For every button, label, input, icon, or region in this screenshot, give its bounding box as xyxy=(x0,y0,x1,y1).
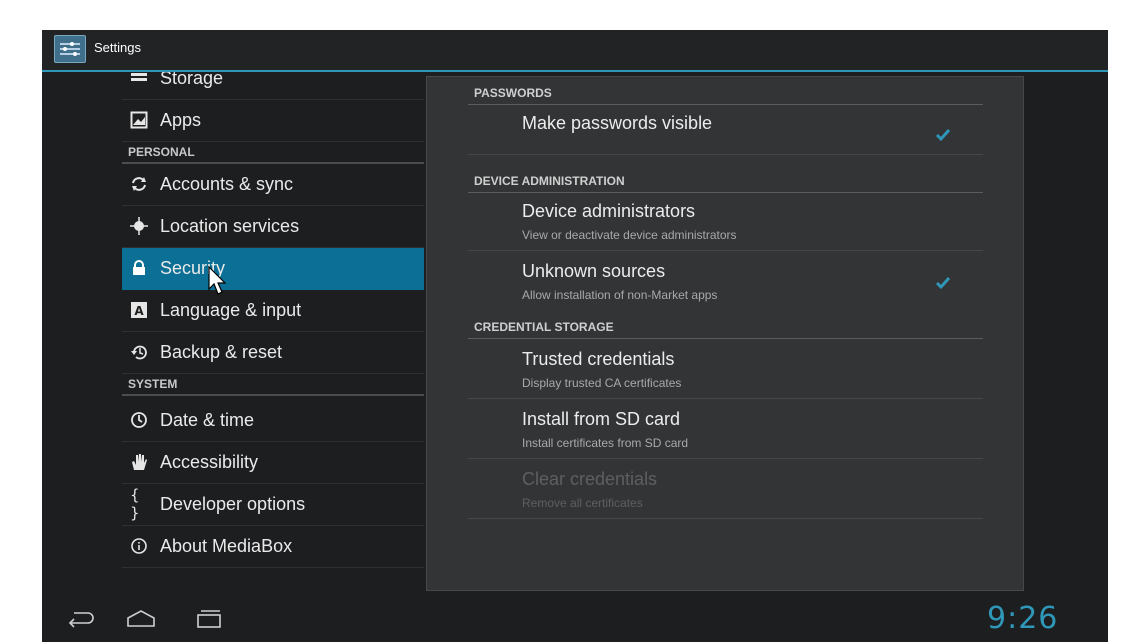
checkbox-unknown-sources[interactable] xyxy=(935,275,951,291)
language-icon: A xyxy=(130,301,148,319)
setting-clear-credentials: Clear credentials Remove all certificate… xyxy=(468,461,983,519)
sidebar-item-label: Accounts & sync xyxy=(160,174,294,194)
sidebar-item-label: Storage xyxy=(160,72,224,88)
setting-title: Make passwords visible xyxy=(522,113,713,133)
section-header-system: SYSTEM xyxy=(122,374,424,396)
system-navigation-bar: 9:26 xyxy=(42,596,1108,642)
setting-title: Unknown sources xyxy=(522,261,666,281)
setting-summary: Allow installation of non-Market apps xyxy=(522,288,718,302)
home-button[interactable] xyxy=(126,608,156,634)
android-settings-screen: Settings Storage Apps PERSONAL Accounts … xyxy=(42,30,1108,642)
setting-title: Install from SD card xyxy=(522,409,681,429)
sidebar-item-label: Developer options xyxy=(160,494,306,514)
mouse-cursor-icon xyxy=(208,265,230,300)
setting-summary: Remove all certificates xyxy=(522,496,643,510)
braces-icon: { } xyxy=(130,486,140,522)
sidebar-item-accounts-sync[interactable]: Accounts & sync xyxy=(122,164,424,206)
setting-title: Device administrators xyxy=(522,201,696,221)
app-title: Settings xyxy=(94,40,141,55)
setting-title: Clear credentials xyxy=(522,469,658,489)
sidebar-item-label: Backup & reset xyxy=(160,342,283,362)
setting-make-passwords-visible[interactable]: Make passwords visible xyxy=(468,105,983,155)
setting-title: Trusted credentials xyxy=(522,349,675,369)
setting-unknown-sources[interactable]: Unknown sources Allow installation of no… xyxy=(468,253,983,311)
sidebar-item-label: Date & time xyxy=(160,410,255,430)
setting-summary: Display trusted CA certificates xyxy=(522,376,682,390)
setting-summary: View or deactivate device administrators xyxy=(522,228,737,242)
svg-text:A: A xyxy=(134,304,144,318)
sidebar-item-label: Language & input xyxy=(160,300,302,320)
sidebar-item-label: Apps xyxy=(160,110,202,130)
sidebar-item-backup-reset[interactable]: Backup & reset xyxy=(122,332,424,374)
setting-device-administrators[interactable]: Device administrators View or deactivate… xyxy=(468,193,983,251)
sync-icon xyxy=(130,175,148,193)
recent-apps-button[interactable] xyxy=(194,608,224,634)
location-icon xyxy=(130,217,148,235)
setting-trusted-credentials[interactable]: Trusted credentials Display trusted CA c… xyxy=(468,341,983,399)
section-header-personal: PERSONAL xyxy=(122,142,424,164)
settings-category-list: Storage Apps PERSONAL Accounts & sync Lo… xyxy=(122,72,424,604)
storage-icon xyxy=(130,72,148,87)
settings-app-icon[interactable] xyxy=(54,35,86,63)
sidebar-item-language-input[interactable]: A Language & input xyxy=(122,290,424,332)
section-header-passwords: PASSWORDS xyxy=(468,81,983,105)
setting-summary: Install certificates from SD card xyxy=(522,436,689,450)
info-icon xyxy=(130,537,148,555)
setting-install-from-sd-card[interactable]: Install from SD card Install certificate… xyxy=(468,401,983,459)
sidebar-item-accessibility[interactable]: Accessibility xyxy=(122,442,424,484)
home-icon xyxy=(127,610,155,627)
security-settings-panel: PASSWORDS Make passwords visible DEVICE … xyxy=(426,76,1024,591)
action-bar: Settings xyxy=(42,30,1108,72)
lock-icon xyxy=(130,259,148,277)
section-header-device-administration: DEVICE ADMINISTRATION xyxy=(468,169,983,193)
sidebar-item-security[interactable]: Security xyxy=(122,248,424,290)
sidebar-item-developer-options[interactable]: { } Developer options xyxy=(122,484,424,526)
sidebar-item-location-services[interactable]: Location services xyxy=(122,206,424,248)
sidebar-item-apps[interactable]: Apps xyxy=(122,100,424,142)
sidebar-item-storage[interactable]: Storage xyxy=(122,72,424,100)
checkbox-make-passwords-visible[interactable] xyxy=(935,127,951,143)
section-header-credential-storage: CREDENTIAL STORAGE xyxy=(468,315,983,339)
accessibility-icon xyxy=(130,453,148,471)
back-button[interactable] xyxy=(66,608,94,634)
status-clock: 9:26 xyxy=(987,601,1059,636)
back-icon xyxy=(68,612,94,628)
backup-icon xyxy=(130,343,148,361)
sidebar-item-label: About MediaBox xyxy=(160,536,293,556)
sidebar-item-label: Accessibility xyxy=(160,452,259,472)
sidebar-item-label: Location services xyxy=(160,216,300,236)
recent-apps-icon xyxy=(197,610,221,628)
sidebar-item-about-mediabox[interactable]: About MediaBox xyxy=(122,526,424,568)
clock-icon xyxy=(130,411,148,429)
sidebar-item-date-time[interactable]: Date & time xyxy=(122,400,424,442)
apps-icon xyxy=(130,111,148,129)
